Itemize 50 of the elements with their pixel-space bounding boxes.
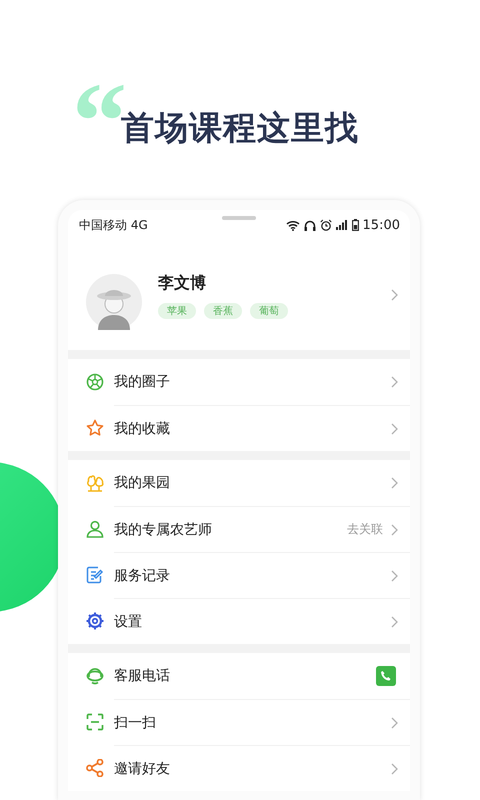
chevron-icon xyxy=(391,422,398,434)
signal-icon xyxy=(336,220,348,230)
menu-item[interactable]: 邀请好友 xyxy=(68,745,410,791)
phone-call-button[interactable] xyxy=(376,666,396,686)
menu-item[interactable]: 扫一扫 xyxy=(68,699,410,745)
menu-label: 扫一扫 xyxy=(114,714,157,732)
share-icon xyxy=(86,759,104,777)
menu-item[interactable]: 我的圈子 xyxy=(68,359,410,405)
chevron-icon xyxy=(391,289,398,301)
menu-item[interactable]: 服务记录 xyxy=(68,552,410,598)
user-name: 李文博 xyxy=(158,273,207,294)
menu-item[interactable]: 我的专属农艺师 去关联 xyxy=(68,506,410,552)
menu-label: 我的圈子 xyxy=(114,373,171,391)
wifi-icon xyxy=(286,220,300,230)
edit-document-icon xyxy=(86,566,104,584)
time-text: 15:00 xyxy=(362,218,400,232)
star-icon xyxy=(86,419,104,437)
chevron-icon xyxy=(391,376,398,388)
carrier-text: 中国移动 4G xyxy=(79,216,148,234)
chevron-icon xyxy=(391,477,398,489)
menu-label: 设置 xyxy=(114,612,143,630)
notch-pill xyxy=(222,216,256,220)
menu-label: 服务记录 xyxy=(114,566,171,584)
menu-label: 邀请好友 xyxy=(114,760,171,778)
chevron-icon xyxy=(391,762,398,774)
person-icon xyxy=(86,520,104,538)
menu-label: 我的收藏 xyxy=(114,420,171,438)
headset-icon xyxy=(86,667,104,685)
aperture-icon xyxy=(86,373,104,391)
profile-card[interactable]: 李文博 苹果 香蕉 葡萄 xyxy=(68,240,410,350)
alarm-icon xyxy=(320,219,332,231)
menu-item[interactable]: 客服电话 xyxy=(68,653,410,699)
menu-label: 客服电话 xyxy=(114,667,171,685)
phone-icon xyxy=(380,670,392,682)
chevron-icon xyxy=(391,524,398,536)
avatar xyxy=(86,274,142,330)
menu-item[interactable]: 我的果园 xyxy=(68,460,410,506)
chevron-icon xyxy=(391,716,398,728)
trees-icon xyxy=(86,474,104,492)
battery-icon xyxy=(352,219,359,231)
interest-tag: 苹果 xyxy=(158,303,196,319)
chevron-icon xyxy=(391,616,398,628)
headphones-icon xyxy=(304,220,316,230)
scan-icon xyxy=(86,713,104,731)
menu-label: 我的果园 xyxy=(114,474,171,492)
chevron-icon xyxy=(391,570,398,582)
menu-label: 我的专属农艺师 xyxy=(114,520,213,538)
interest-tag: 香蕉 xyxy=(204,303,242,319)
interest-tag: 葡萄 xyxy=(250,303,288,319)
settings-icon xyxy=(86,612,104,630)
